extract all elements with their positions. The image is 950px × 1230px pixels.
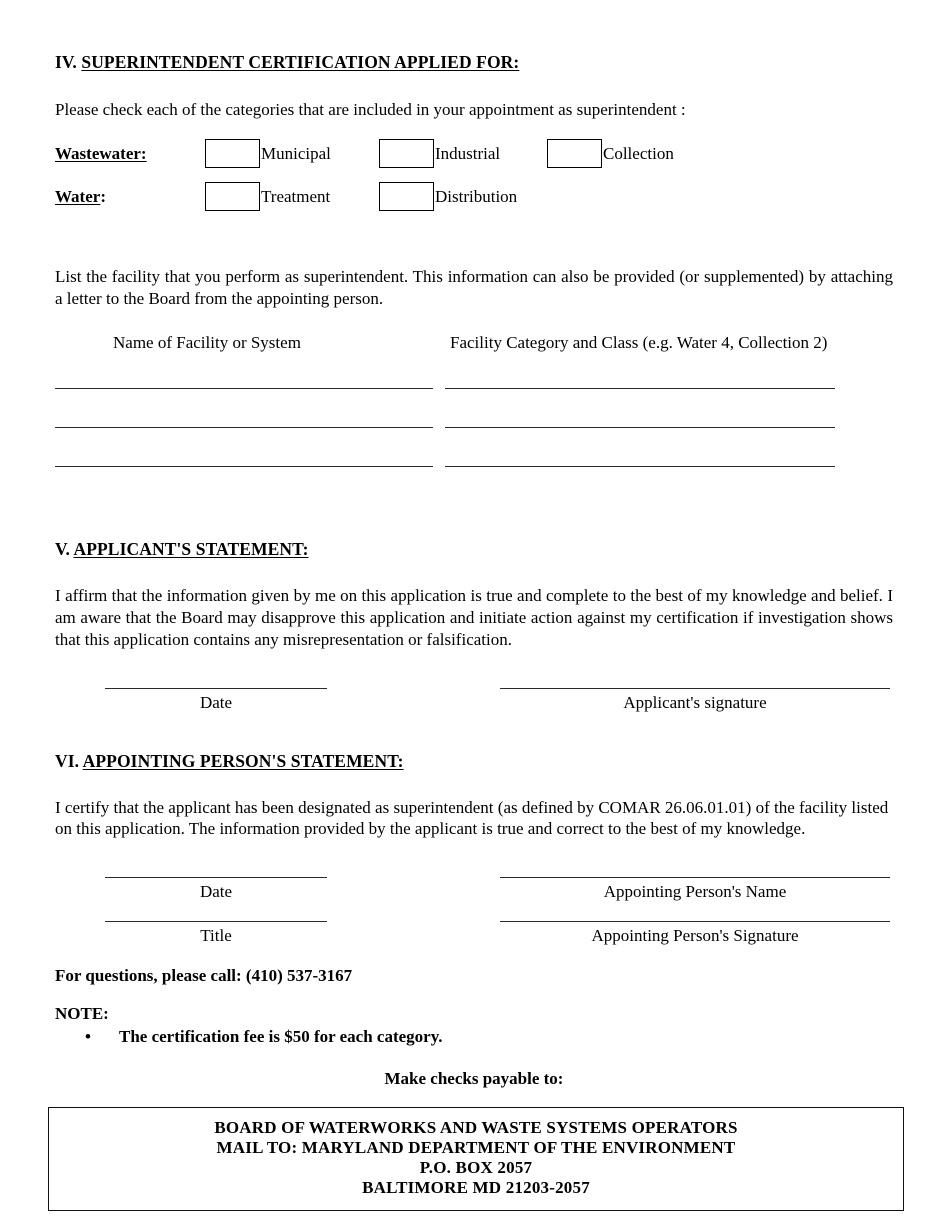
appointing-person-statement-body: I certify that the applicant has been de… xyxy=(55,797,889,839)
document-page: IV. SUPERINTENDENT CERTIFICATION APPLIED… xyxy=(0,0,950,1230)
section-vi-number: VI. xyxy=(55,750,80,771)
section-vi-title: APPOINTING PERSON'S STATEMENT: xyxy=(82,750,404,771)
section-iv-number: IV. xyxy=(55,52,77,72)
section-iv-instruction: Please check each of the categories that… xyxy=(55,100,686,119)
water-checkbox-row: Water: Treatment Distribution xyxy=(55,180,893,214)
appointing-signature-field[interactable]: Appointing Person's Signature xyxy=(500,920,893,946)
facility-name-blank-1[interactable] xyxy=(55,374,445,390)
checkbox-treatment-label: Treatment xyxy=(261,186,331,206)
checkbox-distribution[interactable] xyxy=(379,182,434,212)
applicant-signature-caption: Applicant's signature xyxy=(623,692,767,712)
section-iv-heading: IV. SUPERINTENDENT CERTIFICATION APPLIED… xyxy=(55,52,893,73)
address-city-state-zip: BALTIMORE MD 21203-2057 xyxy=(362,1177,590,1197)
appointing-date-name-row: Date Appointing Person's Name xyxy=(55,876,893,902)
wastewater-checkbox-row: Wastewater: Municipal Industrial Collect… xyxy=(55,137,893,171)
applicant-statement-body: I affirm that the information given by m… xyxy=(55,586,893,649)
address-po-box: P.O. BOX 2057 xyxy=(419,1157,533,1177)
facility-entry-row xyxy=(55,452,893,491)
appointing-date-caption: Date xyxy=(199,882,233,901)
water-distribution-option[interactable]: Distribution xyxy=(379,182,547,212)
facility-instruction: List the facility that you perform as su… xyxy=(55,266,893,308)
wastewater-municipal-option[interactable]: Municipal xyxy=(205,139,379,169)
wastewater-row-label: Wastewater: xyxy=(55,143,147,163)
appointing-title-signature-row: Title Appointing Person's Signature xyxy=(55,920,893,946)
facility-category-blank-2[interactable] xyxy=(445,413,893,429)
wastewater-industrial-option[interactable]: Industrial xyxy=(379,139,547,169)
address-board-name: BOARD OF WATERWORKS AND WASTE SYSTEMS OP… xyxy=(214,1118,738,1137)
page-content: IV. SUPERINTENDENT CERTIFICATION APPLIED… xyxy=(48,0,904,1230)
facility-category-blank-1[interactable] xyxy=(445,374,893,390)
checkbox-collection[interactable] xyxy=(547,139,602,169)
appointing-date-field[interactable]: Date xyxy=(55,876,500,902)
checkbox-municipal-label: Municipal xyxy=(261,143,331,163)
appointing-signature-caption: Appointing Person's Signature xyxy=(591,926,799,945)
bullet-icon: • xyxy=(85,1027,91,1046)
checkbox-industrial[interactable] xyxy=(379,139,434,169)
facility-name-blank-2[interactable] xyxy=(55,413,445,429)
applicant-date-field[interactable]: Date xyxy=(55,687,500,713)
facility-column-headers: Name of Facility or System Facility Cate… xyxy=(55,333,893,353)
facility-entry-row xyxy=(55,413,893,452)
section-vi-heading: VI. APPOINTING PERSON'S STATEMENT: xyxy=(55,751,893,772)
facility-entry-row xyxy=(55,374,893,413)
checkbox-treatment[interactable] xyxy=(205,182,260,212)
appointing-name-caption: Appointing Person's Name xyxy=(603,882,787,901)
checkbox-industrial-label: Industrial xyxy=(435,143,501,163)
water-row-label: Water: xyxy=(55,186,106,206)
appointing-title-field[interactable]: Title xyxy=(55,920,500,946)
facility-category-blank-3[interactable] xyxy=(445,452,893,468)
facility-category-column-header: Facility Category and Class (e.g. Water … xyxy=(450,333,828,353)
checkbox-municipal[interactable] xyxy=(205,139,260,169)
applicant-date-caption: Date xyxy=(199,692,233,712)
section-iv-title: SUPERINTENDENT CERTIFICATION APPLIED FOR… xyxy=(81,52,520,72)
make-checks-payable-line: Make checks payable to: xyxy=(384,1069,564,1088)
note-item-text: The certification fee is $50 for each ca… xyxy=(119,1027,443,1046)
facility-name-blank-3[interactable] xyxy=(55,452,445,468)
water-treatment-option[interactable]: Treatment xyxy=(205,182,379,212)
note-label: NOTE: xyxy=(55,1004,109,1023)
section-v-title: APPLICANT'S STATEMENT: xyxy=(73,539,309,560)
address-mail-to: MAIL TO: MARYLAND DEPARTMENT OF THE ENVI… xyxy=(216,1137,736,1157)
appointing-name-field[interactable]: Appointing Person's Name xyxy=(500,876,893,902)
note-list-item: • The certification fee is $50 for each … xyxy=(55,1027,893,1047)
applicant-signature-row: Date Applicant's signature xyxy=(55,687,893,713)
section-v-heading: V. APPLICANT'S STATEMENT: xyxy=(55,539,893,560)
wastewater-collection-option[interactable]: Collection xyxy=(547,139,674,169)
section-v-number: V. xyxy=(55,539,70,560)
appointing-title-caption: Title xyxy=(200,926,232,945)
applicant-signature-field[interactable]: Applicant's signature xyxy=(500,687,893,713)
checkbox-distribution-label: Distribution xyxy=(435,186,518,206)
mailing-address-box: BOARD OF WATERWORKS AND WASTE SYSTEMS OP… xyxy=(48,1107,904,1211)
checkbox-collection-label: Collection xyxy=(603,143,674,163)
facility-name-column-header: Name of Facility or System xyxy=(113,333,301,353)
questions-phone-line: For questions, please call: (410) 537-31… xyxy=(55,966,353,985)
